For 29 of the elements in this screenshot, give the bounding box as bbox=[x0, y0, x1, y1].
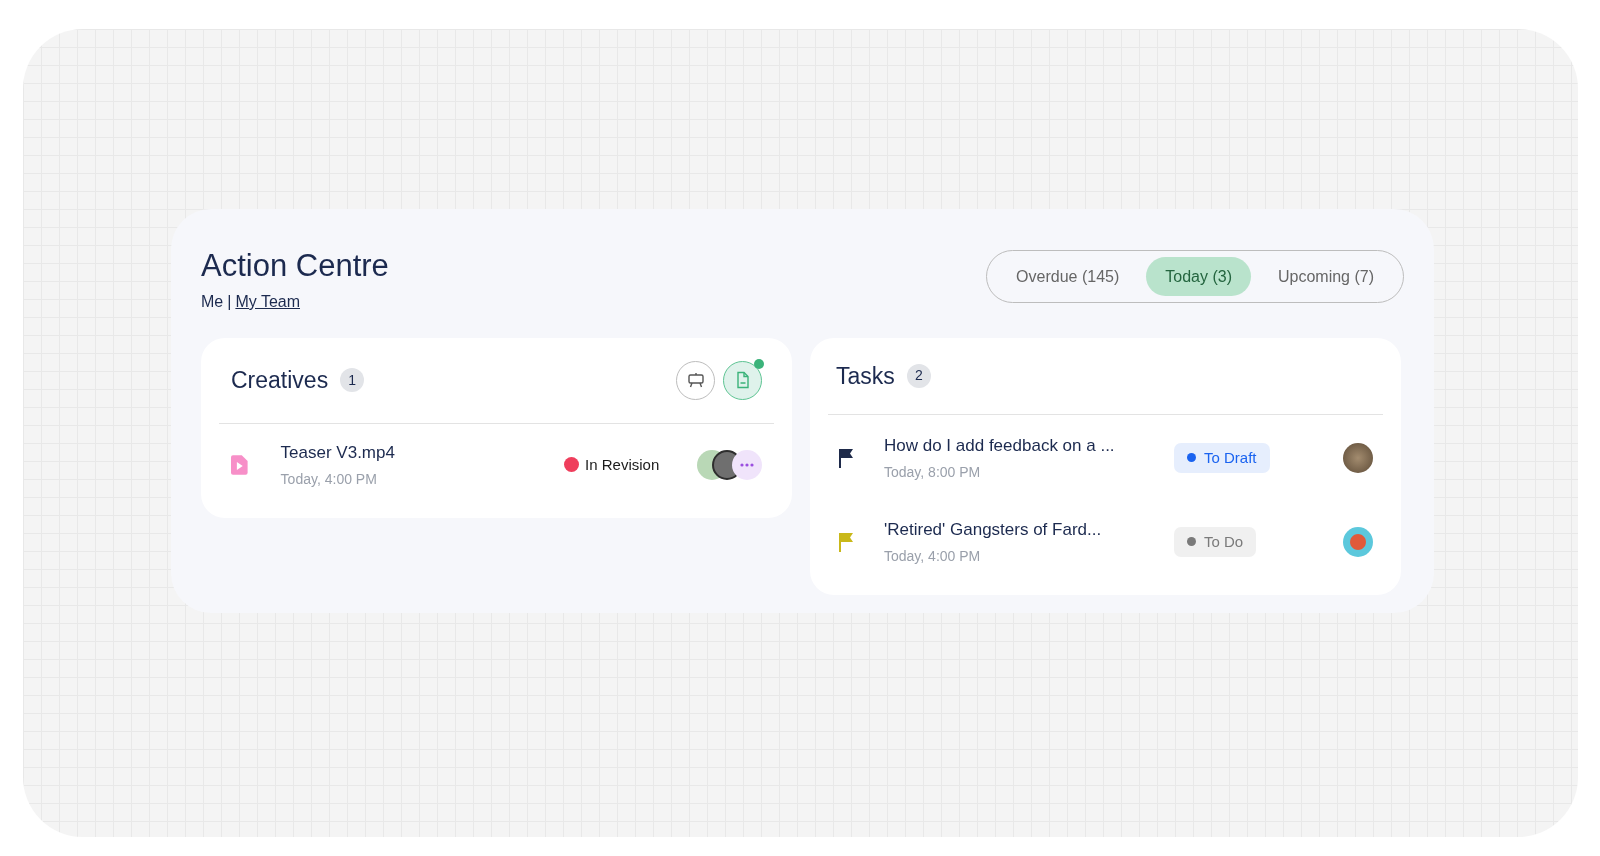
status-badge: To Draft bbox=[1174, 442, 1270, 473]
card-title: Tasks bbox=[836, 361, 895, 391]
filter-tab[interactable]: Overdue (145) bbox=[993, 257, 1143, 296]
my-team-link[interactable]: My Team bbox=[235, 289, 300, 314]
task-title[interactable]: 'Retired' Gangsters of Fard... bbox=[884, 516, 1174, 542]
video-file-icon bbox=[231, 454, 248, 475]
document-view-button[interactable] bbox=[723, 360, 762, 400]
scope-label: Me bbox=[201, 291, 224, 312]
due-time: Today, 4:00 PM bbox=[280, 470, 378, 489]
filter-tab[interactable]: Upcoming (7) bbox=[1254, 257, 1397, 296]
document-icon bbox=[734, 371, 751, 390]
filter-tab[interactable]: Today (3) bbox=[1146, 257, 1251, 296]
screen-view-button[interactable] bbox=[676, 360, 715, 400]
card-title: Creatives bbox=[231, 366, 329, 395]
due-time: Today, 4:00 PM bbox=[884, 547, 982, 566]
count-badge: 2 bbox=[906, 363, 931, 388]
scope-separator: | bbox=[227, 291, 232, 312]
avatar bbox=[1343, 442, 1373, 473]
more-icon bbox=[740, 462, 754, 467]
task-title[interactable]: How do I add feedback on a ... bbox=[884, 432, 1174, 458]
status-label: In Revision bbox=[585, 454, 660, 475]
more-avatars-button[interactable] bbox=[732, 449, 762, 480]
presentation-screen-icon bbox=[686, 371, 705, 390]
due-time: Today, 8:00 PM bbox=[884, 463, 982, 482]
file-name[interactable]: Teaser V3.mp4 bbox=[280, 439, 565, 465]
avatar bbox=[1343, 526, 1373, 557]
count-badge: 1 bbox=[340, 368, 365, 393]
panel-title: Action Centre bbox=[201, 247, 389, 285]
status-badge: To Do bbox=[1174, 526, 1257, 557]
